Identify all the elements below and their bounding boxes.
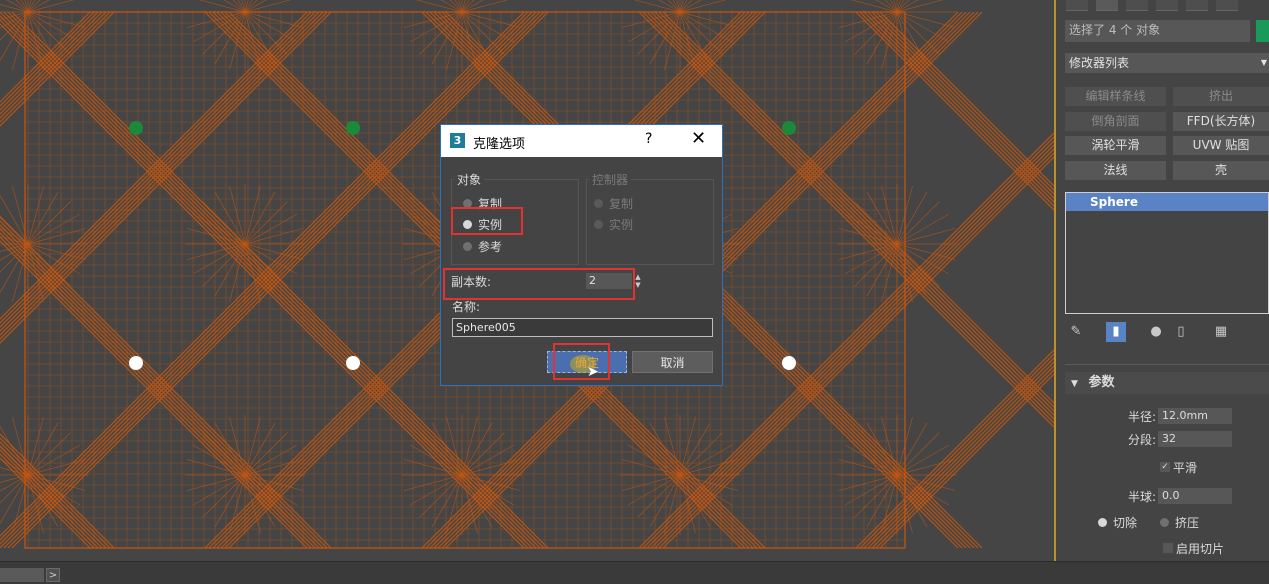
panel-divider bbox=[1065, 364, 1269, 365]
modifier-button[interactable]: 编辑样条线 bbox=[1065, 87, 1166, 106]
collapse-arrow-icon: ▼ bbox=[1071, 379, 1078, 389]
object-reference-radio[interactable]: 参考 bbox=[463, 238, 502, 255]
segments-spinner[interactable]: 32 bbox=[1158, 431, 1232, 447]
parameters-rollout-header[interactable]: ▼ 参数 bbox=[1065, 372, 1269, 394]
help-icon[interactable]: ? bbox=[645, 131, 652, 147]
motion-tab-icon[interactable] bbox=[1156, 0, 1178, 11]
stack-item-sphere[interactable]: Sphere bbox=[1066, 193, 1268, 211]
copies-highlight-box bbox=[443, 268, 635, 300]
selection-name-field[interactable]: 选择了 4 个 对象 bbox=[1065, 20, 1250, 42]
squash-radio[interactable]: 挤压 bbox=[1160, 514, 1199, 531]
object-color-swatch[interactable] bbox=[1256, 20, 1269, 42]
hemisphere-label: 半球: bbox=[1127, 490, 1156, 504]
hemisphere-spinner[interactable]: 0.0 bbox=[1158, 488, 1232, 504]
modifier-button[interactable]: 壳 bbox=[1173, 161, 1269, 180]
vertex[interactable] bbox=[129, 356, 143, 370]
command-panel: 选择了 4 个 对象 修改器列表 ▼ 编辑样条线 挤出 倒角剖面 FFD(长方体… bbox=[1056, 0, 1269, 561]
controller-instance-radio[interactable]: 实例 bbox=[594, 216, 633, 233]
controller-group-title: 控制器 bbox=[589, 171, 632, 188]
dialog-title: 克隆选项 bbox=[473, 137, 526, 152]
dropdown-arrow-icon: ▼ bbox=[1260, 58, 1267, 67]
segments-label: 分段: bbox=[1127, 433, 1156, 447]
vertex[interactable] bbox=[782, 356, 796, 370]
show-end-result-icon[interactable]: ▮ bbox=[1106, 322, 1126, 342]
time-slider[interactable] bbox=[0, 568, 44, 582]
dialog-titlebar[interactable]: 3 克隆选项 ? ✕ bbox=[441, 125, 722, 157]
ok-highlight-box bbox=[553, 343, 610, 380]
spinner-arrows-icon[interactable]: ▲ ▼ bbox=[634, 273, 642, 289]
smooth-label: 平滑 bbox=[1173, 461, 1198, 475]
radio-selected-icon bbox=[1098, 518, 1107, 527]
modifier-button[interactable]: UVW 贴图 bbox=[1173, 136, 1269, 155]
modifier-button[interactable]: 挤出 bbox=[1173, 87, 1269, 106]
hierarchy-tab-icon[interactable] bbox=[1126, 0, 1148, 11]
modifier-button[interactable]: FFD(长方体) bbox=[1173, 112, 1269, 131]
modifier-button[interactable]: 倒角剖面 bbox=[1065, 112, 1166, 131]
modifier-list-dropdown[interactable]: 修改器列表 ▼ bbox=[1065, 53, 1269, 73]
radio-icon bbox=[594, 220, 603, 229]
object-group-title: 对象 bbox=[454, 171, 485, 188]
time-slider-bar: > bbox=[0, 561, 1269, 584]
create-tab-icon[interactable] bbox=[1066, 0, 1088, 11]
name-label: 名称: bbox=[452, 300, 481, 314]
mouse-cursor-icon: ➤ bbox=[587, 364, 599, 380]
utilities-tab-icon[interactable] bbox=[1216, 0, 1238, 11]
selected-vertex[interactable] bbox=[129, 121, 143, 135]
remove-modifier-icon[interactable]: ▯ bbox=[1171, 322, 1191, 342]
radius-spinner[interactable]: 12.0mm bbox=[1158, 408, 1232, 424]
close-icon[interactable]: ✕ bbox=[691, 128, 706, 149]
chop-radio[interactable]: 切除 bbox=[1098, 514, 1137, 531]
configure-modifier-sets-icon[interactable]: ▦ bbox=[1211, 322, 1231, 342]
pin-stack-icon[interactable]: ✎ bbox=[1066, 322, 1086, 342]
slice-on-label: 启用切片 bbox=[1176, 542, 1225, 556]
clone-options-dialog: 3 克隆选项 ? ✕ 对象 复制 实例 参考 控制器 复制 实例 副本数: 2 … bbox=[440, 124, 723, 386]
radius-label: 半径: bbox=[1127, 410, 1156, 424]
controller-copy-radio[interactable]: 复制 bbox=[594, 195, 633, 212]
radio-selected-icon bbox=[594, 199, 603, 208]
3dsmax-app-icon: 3 bbox=[450, 133, 465, 148]
instance-highlight-box bbox=[451, 207, 523, 235]
modify-tab-icon[interactable] bbox=[1096, 0, 1118, 11]
radio-icon bbox=[463, 242, 472, 251]
smooth-checkbox[interactable]: ✓ bbox=[1160, 462, 1170, 472]
name-input[interactable]: Sphere005 bbox=[452, 318, 713, 337]
radio-icon bbox=[1160, 518, 1169, 527]
next-frame-chevron-icon[interactable]: > bbox=[46, 568, 60, 582]
modifier-button[interactable]: 涡轮平滑 bbox=[1065, 136, 1166, 155]
selected-vertex[interactable] bbox=[782, 121, 796, 135]
selected-vertex[interactable] bbox=[346, 121, 360, 135]
cancel-button[interactable]: 取消 bbox=[632, 351, 713, 373]
slice-on-checkbox[interactable] bbox=[1163, 543, 1173, 553]
display-tab-icon[interactable] bbox=[1186, 0, 1208, 11]
modifier-button[interactable]: 法线 bbox=[1065, 161, 1166, 180]
modifier-stack[interactable]: Sphere bbox=[1065, 192, 1269, 314]
make-unique-icon[interactable]: ● bbox=[1146, 322, 1166, 342]
vertex[interactable] bbox=[346, 356, 360, 370]
